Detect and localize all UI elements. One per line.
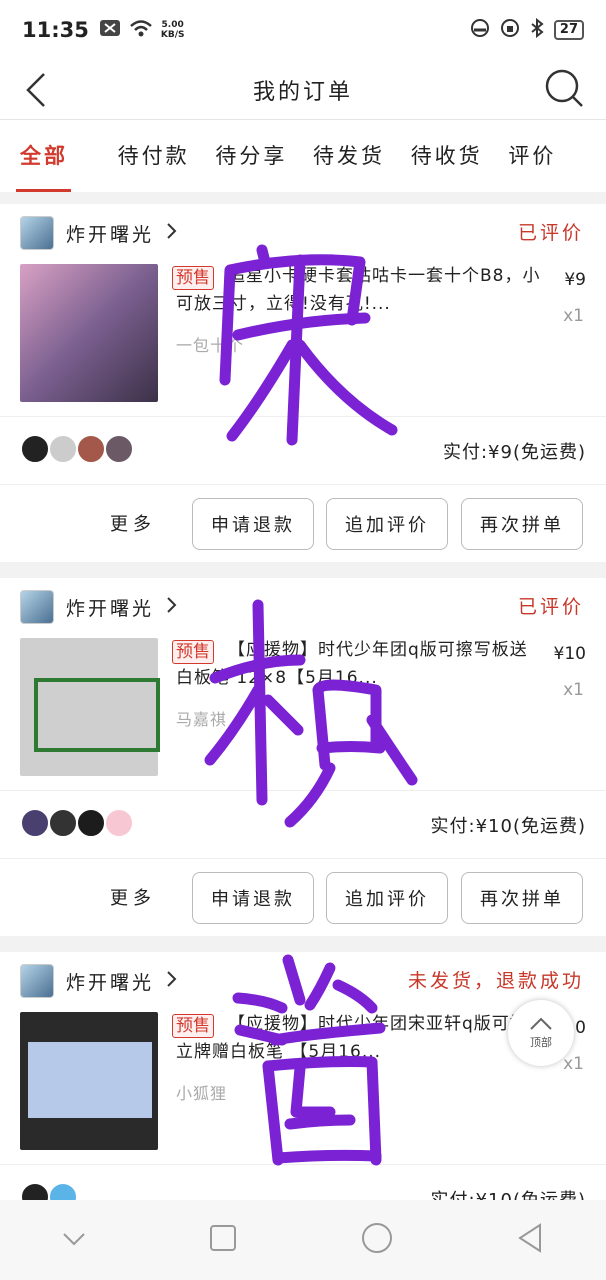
search-icon[interactable]	[542, 66, 586, 110]
product-quantity: x1	[563, 1054, 584, 1074]
product-title[interactable]: 【应援物】时代少年团q版可擦写板送白板笔 12×8【5月16...	[176, 636, 544, 692]
product-quantity: x1	[563, 680, 584, 700]
divider	[0, 484, 606, 485]
back-to-top-button[interactable]: 顶部	[508, 1000, 574, 1066]
reorder-button[interactable]: 再次拼单	[461, 498, 583, 550]
back-icon[interactable]	[20, 68, 60, 112]
refund-button[interactable]: 申请退款	[192, 498, 314, 550]
group-avatars	[20, 434, 134, 464]
recent-apps-icon[interactable]	[209, 1224, 237, 1256]
alarm-icon	[500, 18, 520, 43]
shop-link[interactable]: 炸开曙光	[20, 964, 178, 998]
product-spec: 马嘉祺	[176, 710, 228, 729]
home-icon[interactable]	[361, 1222, 393, 1258]
page-title: 我的订单	[252, 79, 353, 105]
status-icon	[470, 18, 490, 43]
avatar	[48, 434, 78, 464]
order-tabs: 全部 待付款 待分享 待发货 待收货 评价	[0, 120, 606, 192]
product-title[interactable]: 追星小卡硬卡套咕咕卡一套十个B8，小可放三寸，立得!没有孔!...	[176, 262, 544, 318]
chevron-right-icon	[166, 595, 178, 619]
battery-icon: 27	[553, 20, 584, 40]
back-nav-icon[interactable]	[516, 1223, 544, 1257]
shop-link[interactable]: 炸开曙光	[20, 216, 178, 250]
order-card: 炸开曙光 已评价 预售 追星小卡硬卡套咕咕卡一套十个B8，小可放三寸，立得!没有…	[0, 204, 606, 562]
notification-icon	[99, 18, 121, 42]
avatar	[104, 808, 134, 838]
wifi-icon	[129, 18, 153, 42]
avatar	[20, 808, 50, 838]
shop-name: 炸开曙光	[66, 597, 155, 620]
product-title[interactable]: 【应援物】时代少年团宋亚轩q版可擦立牌赠白板笔 【5月16...	[176, 1010, 544, 1066]
back-to-top-label: 顶部	[530, 1035, 552, 1049]
divider	[0, 858, 606, 859]
product-image[interactable]	[20, 264, 158, 402]
avatar	[76, 808, 106, 838]
tab-review[interactable]: 评价	[508, 120, 606, 192]
shop-name: 炸开曙光	[66, 223, 155, 246]
divider	[0, 416, 606, 417]
clock: 11:35	[22, 18, 89, 42]
chevron-right-icon	[166, 969, 178, 993]
avatar	[20, 434, 50, 464]
shop-name: 炸开曙光	[66, 971, 155, 994]
product-spec: 一包十个	[176, 336, 245, 355]
tab-pending-shipment[interactable]: 待发货	[313, 120, 411, 192]
order-status: 已评价	[517, 222, 584, 244]
order-card: 炸开曙光 已评价 预售 【应援物】时代少年团q版可擦写板送白板笔 12×8【5月…	[0, 578, 606, 936]
avatar	[76, 434, 106, 464]
product-price: ¥10	[553, 644, 586, 664]
shop-avatar	[20, 964, 54, 998]
reorder-button[interactable]: 再次拼单	[461, 872, 583, 924]
product-image[interactable]	[20, 1012, 158, 1150]
tab-pending-payment[interactable]: 待付款	[118, 120, 216, 192]
product-quantity: x1	[563, 306, 584, 326]
product-price: ¥9	[564, 270, 586, 290]
chevron-down-icon[interactable]	[62, 1231, 86, 1250]
network-speed: 5.00 KB/S	[160, 20, 185, 40]
avatar	[104, 434, 134, 464]
order-status: 已评价	[517, 596, 584, 618]
order-card: 炸开曙光 未发货，退款成功 预售 【应援物】时代少年团宋亚轩q版可擦立牌赠白板笔…	[0, 952, 606, 1212]
shop-avatar	[20, 216, 54, 250]
group-avatars	[20, 808, 134, 838]
refund-button[interactable]: 申请退款	[192, 872, 314, 924]
chevron-up-icon	[529, 1017, 553, 1034]
bluetooth-icon	[530, 17, 544, 43]
header: 我的订单	[0, 60, 606, 120]
more-button[interactable]: 更多	[110, 510, 156, 536]
product-spec: 小狐狸	[176, 1084, 228, 1103]
tab-pending-receipt[interactable]: 待收货	[411, 120, 509, 192]
shop-avatar	[20, 590, 54, 624]
status-bar: 11:35 5.00 KB/S 27	[0, 0, 606, 60]
chevron-right-icon	[166, 221, 178, 245]
paid-amount: 实付:¥9(免运费)	[442, 442, 586, 463]
shop-link[interactable]: 炸开曙光	[20, 590, 178, 624]
more-button[interactable]: 更多	[110, 884, 156, 910]
product-image[interactable]	[20, 638, 160, 776]
divider	[0, 790, 606, 791]
paid-amount: 实付:¥10(免运费)	[430, 816, 586, 837]
order-status: 未发货，退款成功	[407, 970, 584, 992]
tab-pending-share[interactable]: 待分享	[215, 120, 313, 192]
divider	[0, 1164, 606, 1165]
avatar	[48, 808, 78, 838]
add-review-button[interactable]: 追加评价	[326, 872, 448, 924]
system-nav-bar	[0, 1200, 606, 1280]
add-review-button[interactable]: 追加评价	[326, 498, 448, 550]
tab-all[interactable]: 全部	[16, 120, 118, 192]
